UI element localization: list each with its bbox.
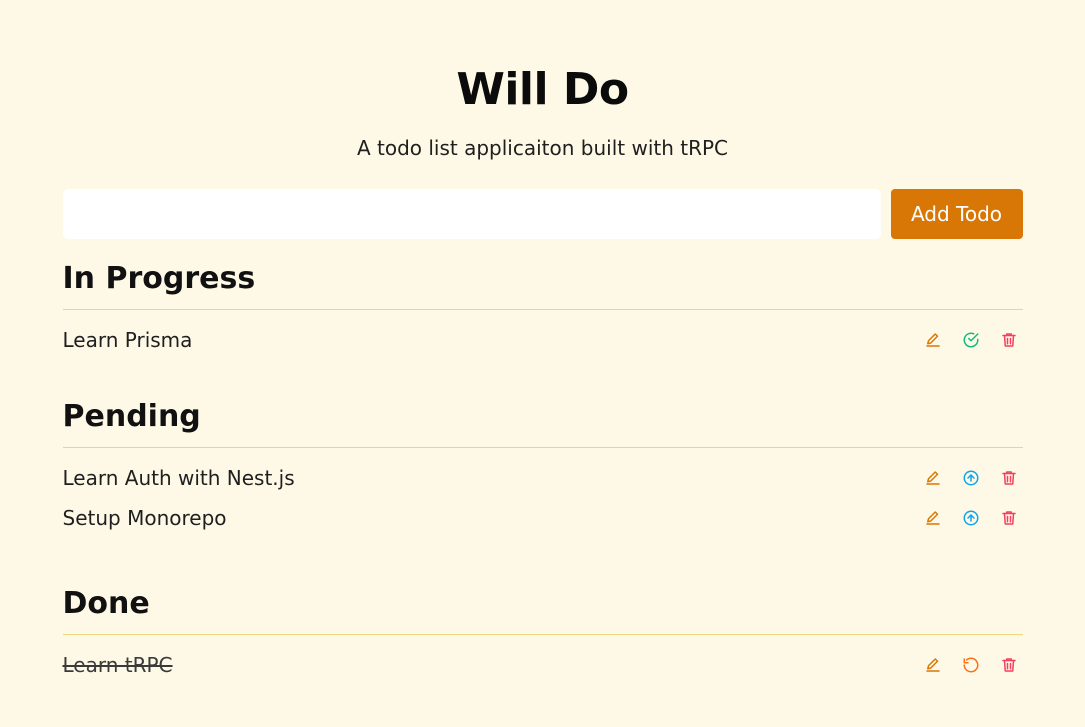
add-todo-form: Add Todo (62, 189, 1023, 239)
trash-icon[interactable] (999, 508, 1019, 528)
add-todo-button[interactable]: Add Todo (890, 189, 1023, 239)
todo-label: Setup Monorepo (62, 506, 227, 530)
check-circle-icon[interactable] (961, 330, 981, 350)
todo-list-in-progress: Learn Prisma (63, 310, 1023, 360)
todo-item: Learn Auth with Nest.js (63, 458, 1023, 498)
todo-item: Learn Prisma (63, 320, 1023, 360)
page-subtitle: A todo list applicaiton built with tRPC (356, 136, 729, 160)
arrow-up-circle-icon[interactable] (961, 468, 981, 488)
todo-actions (923, 468, 1023, 488)
pencil-icon[interactable] (923, 508, 943, 528)
todo-item: Setup Monorepo (63, 498, 1023, 538)
section-done: Done Learn tRPC (62, 584, 1023, 685)
todo-label: Learn Auth with Nest.js (62, 466, 295, 490)
restore-icon[interactable] (961, 655, 981, 675)
todo-actions (923, 508, 1023, 528)
todo-actions (923, 655, 1023, 675)
pencil-icon[interactable] (923, 468, 943, 488)
todo-list-pending: Learn Auth with Nest.js Setup Monorepo (63, 448, 1023, 538)
app-container: Will Do A todo list applicaiton built wi… (62, 0, 1023, 685)
todo-label: Learn tRPC (62, 653, 173, 677)
trash-icon[interactable] (999, 468, 1019, 488)
arrow-up-circle-icon[interactable] (961, 508, 981, 528)
trash-icon[interactable] (999, 330, 1019, 350)
page-title: Will Do (456, 64, 629, 115)
todo-actions (923, 330, 1023, 350)
pencil-icon[interactable] (923, 330, 943, 350)
todo-label: Learn Prisma (62, 328, 193, 352)
trash-icon[interactable] (999, 655, 1019, 675)
section-pending: Pending Learn Auth with Nest.js Setup Mo… (62, 397, 1023, 538)
section-in-progress: In Progress Learn Prisma (62, 259, 1023, 360)
section-title-done: Done (62, 584, 1023, 635)
pencil-icon[interactable] (923, 655, 943, 675)
section-title-in-progress: In Progress (62, 259, 1023, 310)
todo-item: Learn tRPC (63, 645, 1023, 685)
todo-list-done: Learn tRPC (63, 635, 1023, 685)
section-title-pending: Pending (62, 397, 1023, 448)
todo-input[interactable] (62, 189, 881, 239)
